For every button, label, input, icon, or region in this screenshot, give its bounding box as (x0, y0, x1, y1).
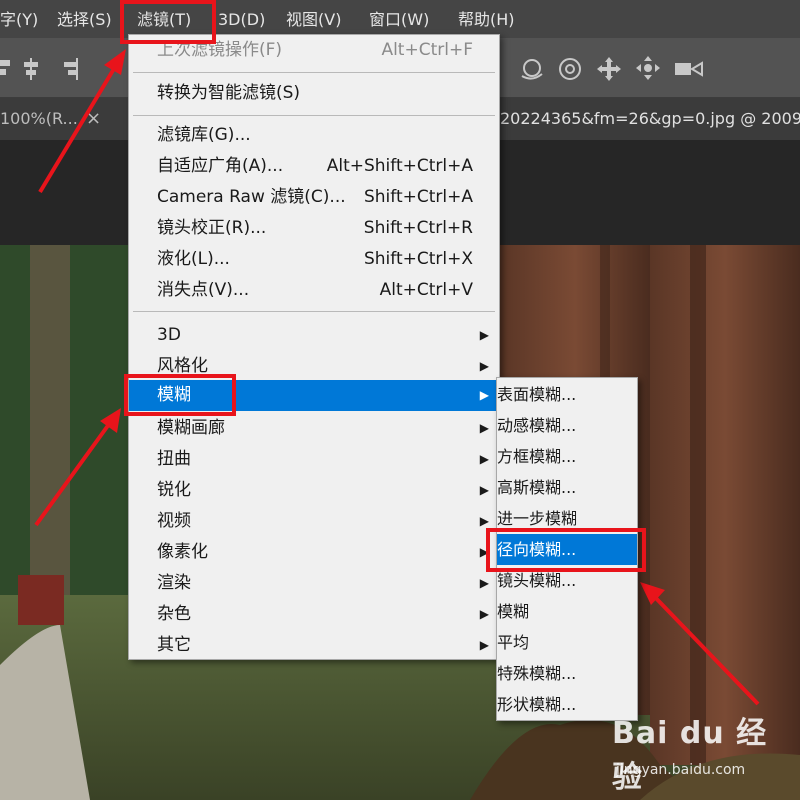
submenu-arrow-icon: ▶ (479, 607, 489, 621)
menu-item-lens-correction[interactable]: 镜头校正(R)... Shift+Ctrl+R (129, 213, 499, 244)
submenu-arrow-icon: ▶ (479, 576, 489, 590)
menu-separator (133, 311, 495, 312)
menu-item-video[interactable]: 视频 ▶ (129, 506, 499, 537)
annotation-box-blur (124, 374, 236, 416)
menu-item-adaptive-wide-angle[interactable]: 自适应广角(A)... Alt+Shift+Ctrl+A (129, 151, 499, 182)
submenu-arrow-icon: ▶ (479, 421, 489, 435)
submenu-arrow-icon: ▶ (479, 483, 489, 497)
menu-item-convert-smart-filter[interactable]: 转换为智能滤镜(S) (129, 78, 499, 109)
baidu-logo: Bai du 经验 (612, 716, 768, 795)
menu-item-pixelate[interactable]: 像素化 ▶ (129, 537, 499, 568)
menu-item-blur-gallery[interactable]: 模糊画廊 ▶ (129, 413, 499, 444)
menu-item-distort[interactable]: 扭曲 ▶ (129, 444, 499, 475)
submenu-item-motion-blur[interactable]: 动感模糊... (497, 410, 637, 441)
menu-item-vanishing-point[interactable]: 消失点(V)... Alt+Ctrl+V (129, 275, 499, 306)
filter-menu: 上次滤镜操作(F) Alt+Ctrl+F 转换为智能滤镜(S) 滤镜库(G)...… (128, 34, 500, 660)
submenu-arrow-icon: ▶ (479, 452, 489, 466)
annotation-box-radial-blur (486, 528, 646, 572)
menu-item-liquify[interactable]: 液化(L)... Shift+Ctrl+X (129, 244, 499, 275)
menu-item-noise[interactable]: 杂色 ▶ (129, 599, 499, 630)
menu-separator (133, 72, 495, 73)
submenu-arrow-icon: ▶ (479, 638, 489, 652)
menu-separator (133, 115, 495, 116)
menu-item-sharpen[interactable]: 锐化 ▶ (129, 475, 499, 506)
baidu-watermark: Bai du 经验 jingyan.baidu.com (612, 708, 782, 795)
submenu-arrow-icon: ▶ (479, 388, 489, 402)
submenu-arrow-icon: ▶ (479, 359, 489, 373)
submenu-item-smart-blur[interactable]: 特殊模糊... (497, 658, 637, 689)
submenu-item-surface-blur[interactable]: 表面模糊... (497, 379, 637, 410)
watermark-url: jingyan.baidu.com (616, 762, 746, 778)
menu-item-other[interactable]: 其它 ▶ (129, 630, 499, 661)
submenu-item-blur[interactable]: 模糊 (497, 596, 637, 627)
menu-item-filter-gallery[interactable]: 滤镜库(G)... (129, 120, 499, 151)
menu-item-render[interactable]: 渲染 ▶ (129, 568, 499, 599)
submenu-item-box-blur[interactable]: 方框模糊... (497, 441, 637, 472)
menu-item-camera-raw[interactable]: Camera Raw 滤镜(C)... Shift+Ctrl+A (129, 182, 499, 213)
submenu-arrow-icon: ▶ (479, 328, 489, 342)
submenu-item-gaussian-blur[interactable]: 高斯模糊... (497, 472, 637, 503)
annotation-box-filter (120, 0, 216, 44)
submenu-item-average[interactable]: 平均 (497, 627, 637, 658)
menu-item-3d[interactable]: 3D ▶ (129, 320, 499, 351)
